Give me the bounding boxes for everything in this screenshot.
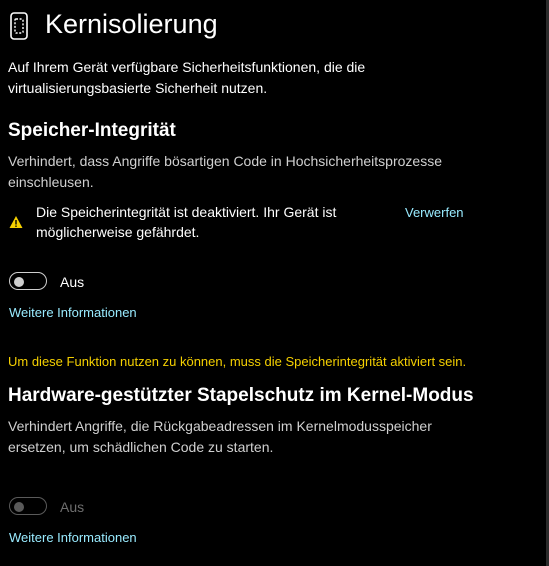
- dismiss-link[interactable]: Verwerfen: [405, 205, 464, 220]
- stack-protection-toggle-label: Aus: [60, 499, 85, 515]
- stack-protection-description: Verhindert Angriffe, die Rückgabeadresse…: [8, 416, 432, 458]
- device-chip-icon: [8, 12, 30, 40]
- stack-protection-toggle: [9, 497, 47, 515]
- warning-line-2: möglicherweise gefährdet.: [36, 224, 200, 240]
- intro-text: Auf Ihrem Gerät verfügbare Sicherheitsfu…: [8, 57, 365, 99]
- warning-line-1: Die Speicherintegrität ist deaktiviert. …: [36, 204, 337, 220]
- stack-protection-desc-line-2: ersetzen, um schädlichen Code zu starten…: [8, 439, 274, 455]
- memory-integrity-heading: Speicher-Integrität: [8, 120, 176, 141]
- dependency-notice: Um diese Funktion nutzen zu können, muss…: [8, 354, 467, 369]
- stack-protection-heading: Hardware-gestützter Stapelschutz im Kern…: [8, 385, 474, 406]
- memory-integrity-toggle[interactable]: [9, 272, 47, 290]
- memory-integrity-desc-line-2: einschleusen.: [8, 174, 94, 190]
- stack-protection-more-info-link[interactable]: Weitere Informationen: [9, 530, 137, 545]
- warning-message: Die Speicherintegrität ist deaktiviert. …: [36, 202, 336, 242]
- intro-line-2: virtualisierungsbasierte Sicherheit nutz…: [8, 80, 268, 96]
- memory-integrity-toggle-label: Aus: [60, 274, 85, 290]
- memory-integrity-more-info-link[interactable]: Weitere Informationen: [9, 305, 137, 320]
- memory-integrity-description: Verhindert, dass Angriffe bösartigen Cod…: [8, 151, 442, 193]
- page-title: Kernisolierung: [45, 9, 218, 39]
- warning-icon: [9, 215, 23, 229]
- toggle-knob: [14, 502, 24, 512]
- memory-integrity-desc-line-1: Verhindert, dass Angriffe bösartigen Cod…: [8, 153, 442, 169]
- toggle-knob: [14, 277, 24, 287]
- intro-line-1: Auf Ihrem Gerät verfügbare Sicherheitsfu…: [8, 59, 366, 75]
- stack-protection-desc-line-1: Verhindert Angriffe, die Rückgabeadresse…: [8, 418, 432, 434]
